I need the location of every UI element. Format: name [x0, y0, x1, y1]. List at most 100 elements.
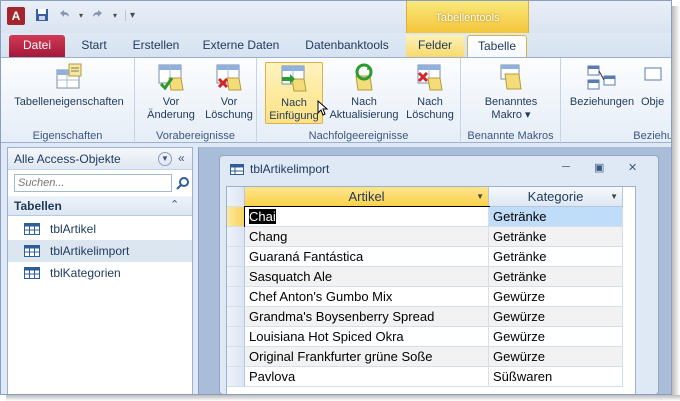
- nav-item-tblartikelimport[interactable]: tblArtikelimport: [8, 240, 192, 262]
- after-delete-icon: [417, 64, 443, 91]
- redo-icon[interactable]: [91, 8, 105, 22]
- nav-pane-header[interactable]: Alle Access-Objekte ▼ «: [8, 148, 192, 170]
- cell-text: Getränke: [493, 249, 547, 264]
- cell-kategorie[interactable]: Süßwaren: [489, 367, 623, 387]
- cell-artikel[interactable]: Chang: [245, 227, 489, 247]
- cell-artikel[interactable]: Sasquatch Ale: [245, 267, 489, 287]
- nav-search-input[interactable]: [15, 175, 171, 191]
- cell-text: Guaraná Fantástica: [249, 249, 364, 264]
- cell-text: Chai: [249, 209, 276, 224]
- cell-kategorie[interactable]: Gewürze: [489, 287, 623, 307]
- search-icon[interactable]: [176, 176, 190, 190]
- tab-start[interactable]: Start: [73, 35, 115, 57]
- record-selector[interactable]: [227, 227, 245, 247]
- column-header-kategorie[interactable]: Kategorie ▼: [489, 187, 623, 207]
- sort-filter-dropdown-icon[interactable]: ▼: [610, 187, 618, 207]
- tab-table[interactable]: Tabelle: [467, 35, 527, 57]
- after-update-line1: Nach: [351, 96, 377, 108]
- collapse-section-icon[interactable]: ⌃: [170, 198, 179, 211]
- record-selector[interactable]: [227, 307, 245, 327]
- cell-text: Original Frankfurter grüne Soße: [249, 349, 433, 364]
- after-insert-line1: Nach: [281, 97, 307, 109]
- cell-text: Gewürze: [493, 349, 546, 364]
- tab-file[interactable]: Datei: [9, 35, 65, 57]
- cell-artikel[interactable]: Chef Anton's Gumbo Mix: [245, 287, 489, 307]
- group-properties-label: Eigenschaften: [32, 130, 103, 142]
- table-document-window: tblArtikelimport ─ ▣ ✕ Artikel ▼ Kategor…: [219, 155, 659, 394]
- record-selector[interactable]: [227, 367, 245, 387]
- before-change-button[interactable]: Vor Änderung: [139, 62, 203, 122]
- table-properties-button[interactable]: Tabelleneigenschaften: [9, 62, 129, 109]
- tab-fields[interactable]: Felder: [406, 35, 464, 57]
- record-selector[interactable]: [227, 287, 245, 307]
- undo-dropdown-icon[interactable]: ▾: [79, 11, 83, 20]
- nav-item-label: tblArtikel: [50, 222, 97, 236]
- record-selector[interactable]: [227, 247, 245, 267]
- named-macro-line1: Benanntes: [484, 96, 538, 108]
- before-delete-icon: [216, 64, 242, 91]
- named-macro-icon: [500, 64, 522, 90]
- undo-icon[interactable]: [57, 8, 71, 22]
- group-after-events-label: Nachfolgeereignisse: [308, 130, 409, 142]
- table-icon: [24, 223, 40, 235]
- after-insert-icon: [281, 65, 307, 92]
- named-macro-line2: Makro ▾: [491, 109, 531, 121]
- cell-kategorie[interactable]: Getränke: [489, 267, 623, 287]
- cell-artikel[interactable]: Pavlova: [245, 367, 489, 387]
- cell-kategorie[interactable]: Getränke: [489, 247, 623, 267]
- cell-kategorie[interactable]: Gewürze: [489, 347, 623, 367]
- minimize-icon[interactable]: ─: [562, 161, 570, 173]
- cell-kategorie[interactable]: Getränke: [489, 227, 623, 247]
- nav-search-box[interactable]: [14, 174, 172, 192]
- customize-qat-icon[interactable]: ▾: [125, 9, 135, 21]
- cell-artikel[interactable]: Louisiana Hot Spiced Okra: [245, 327, 489, 347]
- redo-dropdown-icon[interactable]: ▾: [113, 11, 117, 20]
- close-icon[interactable]: ✕: [628, 161, 637, 174]
- before-delete-button[interactable]: Vor Löschung: [203, 62, 255, 122]
- cell-kategorie[interactable]: Gewürze: [489, 327, 623, 347]
- cell-text: Chef Anton's Gumbo Mix: [249, 289, 393, 304]
- access-app-icon[interactable]: A: [7, 7, 25, 25]
- tab-database-tools[interactable]: Datenbanktools: [295, 35, 399, 57]
- group-relationships-label: Beziehu: [633, 130, 672, 142]
- object-dependencies-button[interactable]: Obje: [641, 62, 671, 109]
- sort-filter-dropdown-icon[interactable]: ▼: [476, 187, 484, 207]
- cell-kategorie[interactable]: Gewürze: [489, 307, 623, 327]
- relationships-button[interactable]: Beziehungen: [565, 62, 639, 109]
- group-before-events-label: Vorabereignisse: [156, 130, 235, 142]
- cell-text: Getränke: [493, 209, 547, 224]
- maximize-icon[interactable]: ▣: [594, 161, 604, 174]
- datasheet: Artikel ▼ Kategorie ▼ Chai Getränke Chang G…: [226, 186, 636, 394]
- cell-text: Gewürze: [493, 289, 546, 304]
- before-delete-line1: Vor: [220, 96, 238, 108]
- nav-item-tblkategorien[interactable]: tblKategorien: [8, 262, 192, 284]
- before-change-icon: [158, 64, 184, 91]
- column-header-artikel[interactable]: Artikel ▼: [245, 187, 489, 207]
- nav-section-tables[interactable]: Tabellen ⌃: [8, 196, 192, 216]
- cell-artikel[interactable]: Guaraná Fantástica: [245, 247, 489, 267]
- shutter-bar-close-icon[interactable]: «: [178, 151, 185, 165]
- table-icon: [230, 164, 244, 175]
- record-selector[interactable]: [227, 327, 245, 347]
- record-selector[interactable]: [227, 207, 245, 227]
- tab-create[interactable]: Erstellen: [125, 35, 187, 57]
- group-named-macros: Benanntes Makro ▾ Benannte Makros: [461, 58, 561, 144]
- tab-external-data[interactable]: Externe Daten: [197, 35, 285, 57]
- cell-artikel[interactable]: Chai: [244, 206, 490, 228]
- cell-artikel[interactable]: Original Frankfurter grüne Soße: [245, 347, 489, 367]
- select-all-corner[interactable]: [227, 187, 245, 207]
- nav-item-tblartikel[interactable]: tblArtikel: [8, 218, 192, 240]
- record-selector[interactable]: [227, 267, 245, 287]
- record-selector[interactable]: [227, 347, 245, 367]
- after-delete-button[interactable]: Nach Löschung: [403, 62, 457, 122]
- cell-artikel[interactable]: Grandma's Boysenberry Spread: [245, 307, 489, 327]
- after-update-button[interactable]: Nach Aktualisierung: [327, 62, 401, 122]
- save-icon[interactable]: [35, 8, 49, 22]
- cell-text: Chang: [249, 229, 288, 244]
- group-named-macros-label: Benannte Makros: [467, 130, 554, 142]
- cell-kategorie[interactable]: Getränke: [489, 207, 623, 227]
- after-insert-button[interactable]: Nach Einfügung: [265, 62, 323, 124]
- nav-menu-chevron-icon[interactable]: ▼: [158, 152, 172, 166]
- named-macro-button[interactable]: Benanntes Makro ▾: [475, 62, 547, 122]
- cell-text: Grandma's Boysenberry Spread: [249, 309, 435, 324]
